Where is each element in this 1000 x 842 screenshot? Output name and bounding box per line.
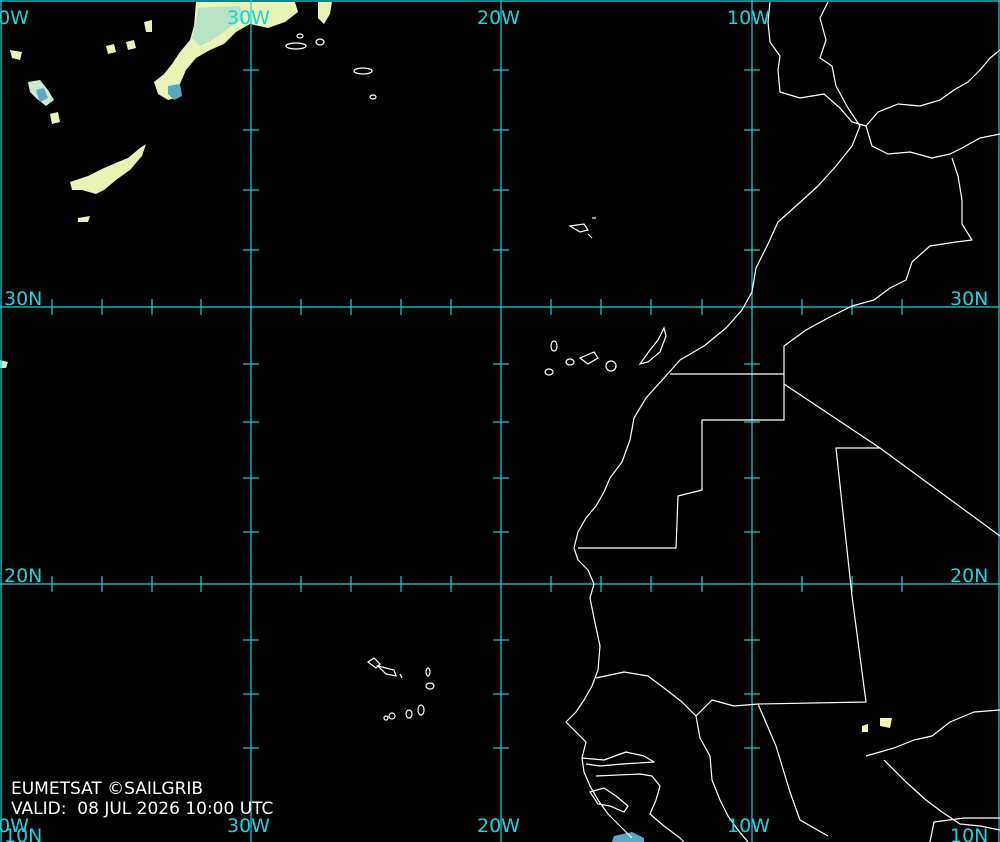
satellite-map: 40W 30W 20W 10W 30N 30N 20N 20N 10N 40W … bbox=[0, 0, 1000, 842]
label-lon-bottom-20w: 20W bbox=[477, 815, 520, 837]
label-lon-top-20w: 20W bbox=[477, 7, 520, 29]
label-lat-right-30n: 30N bbox=[950, 288, 988, 310]
credit-line: EUMETSAT ©SAILGRIB bbox=[11, 779, 204, 799]
label-lat-right-20n: 20N bbox=[950, 565, 988, 587]
valid-time: VALID: 08 JUL 2026 10:00 UTC bbox=[11, 799, 274, 819]
label-lat-left-20n: 20N bbox=[4, 565, 42, 587]
label-lon-top-10w: 10W bbox=[727, 7, 770, 29]
label-lat-left-30n: 30N bbox=[4, 288, 42, 310]
map-background bbox=[0, 0, 1000, 842]
label-lon-bottom-10w: 10W bbox=[727, 815, 770, 837]
label-lon-top-40w: 40W bbox=[0, 7, 29, 29]
label-lon-top-30w: 30W bbox=[227, 7, 270, 29]
label-lat-right-10n: 10N bbox=[950, 825, 988, 842]
